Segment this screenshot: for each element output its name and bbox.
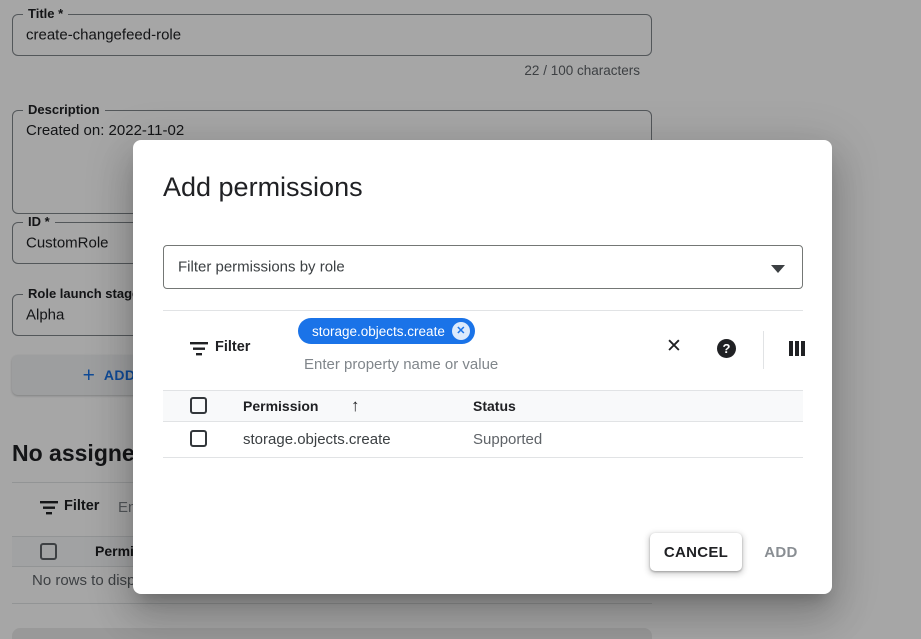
permission-cell: storage.objects.create <box>243 431 391 448</box>
filter-by-role-placeholder: Filter permissions by role <box>178 259 345 276</box>
sort-ascending-icon: ↑ <box>351 396 360 416</box>
vertical-divider <box>763 331 764 369</box>
permissions-table: Permission ↑ Status storage.objects.crea… <box>163 390 803 458</box>
filter-by-role-select[interactable]: Filter permissions by role <box>163 245 803 289</box>
permissions-table-header: Permission ↑ Status <box>163 390 803 422</box>
status-cell: Supported <box>473 431 542 448</box>
add-button[interactable]: ADD <box>751 533 811 571</box>
permission-table-row[interactable]: storage.objects.create Supported <box>163 422 803 458</box>
column-display-options-icon[interactable] <box>789 341 805 356</box>
row-checkbox[interactable] <box>190 430 207 447</box>
add-permissions-dialog: Add permissions Filter permissions by ro… <box>133 140 832 594</box>
status-column-header[interactable]: Status <box>473 398 516 414</box>
filter-chip-label: storage.objects.create <box>312 324 445 339</box>
filter-label: Filter <box>215 339 250 355</box>
filter-input[interactable] <box>304 353 584 375</box>
clear-filters-icon[interactable]: ✕ <box>666 335 682 358</box>
select-all-checkbox[interactable] <box>190 397 207 414</box>
dialog-title: Add permissions <box>163 172 363 203</box>
filter-icon <box>190 342 208 361</box>
dropdown-caret-icon <box>771 265 785 273</box>
permissions-filter-bar: Filter storage.objects.create ✕ ✕ ? <box>163 311 803 389</box>
screen: Title * create-changefeed-role 22 / 100 … <box>0 0 921 639</box>
chip-remove-icon[interactable]: ✕ <box>452 322 470 340</box>
cancel-button[interactable]: CANCEL <box>650 533 742 571</box>
help-icon[interactable]: ? <box>717 339 736 358</box>
permission-column-header[interactable]: Permission <box>243 398 318 414</box>
dialog-actions: CANCEL ADD <box>133 533 832 571</box>
filter-chip[interactable]: storage.objects.create ✕ <box>298 318 475 344</box>
